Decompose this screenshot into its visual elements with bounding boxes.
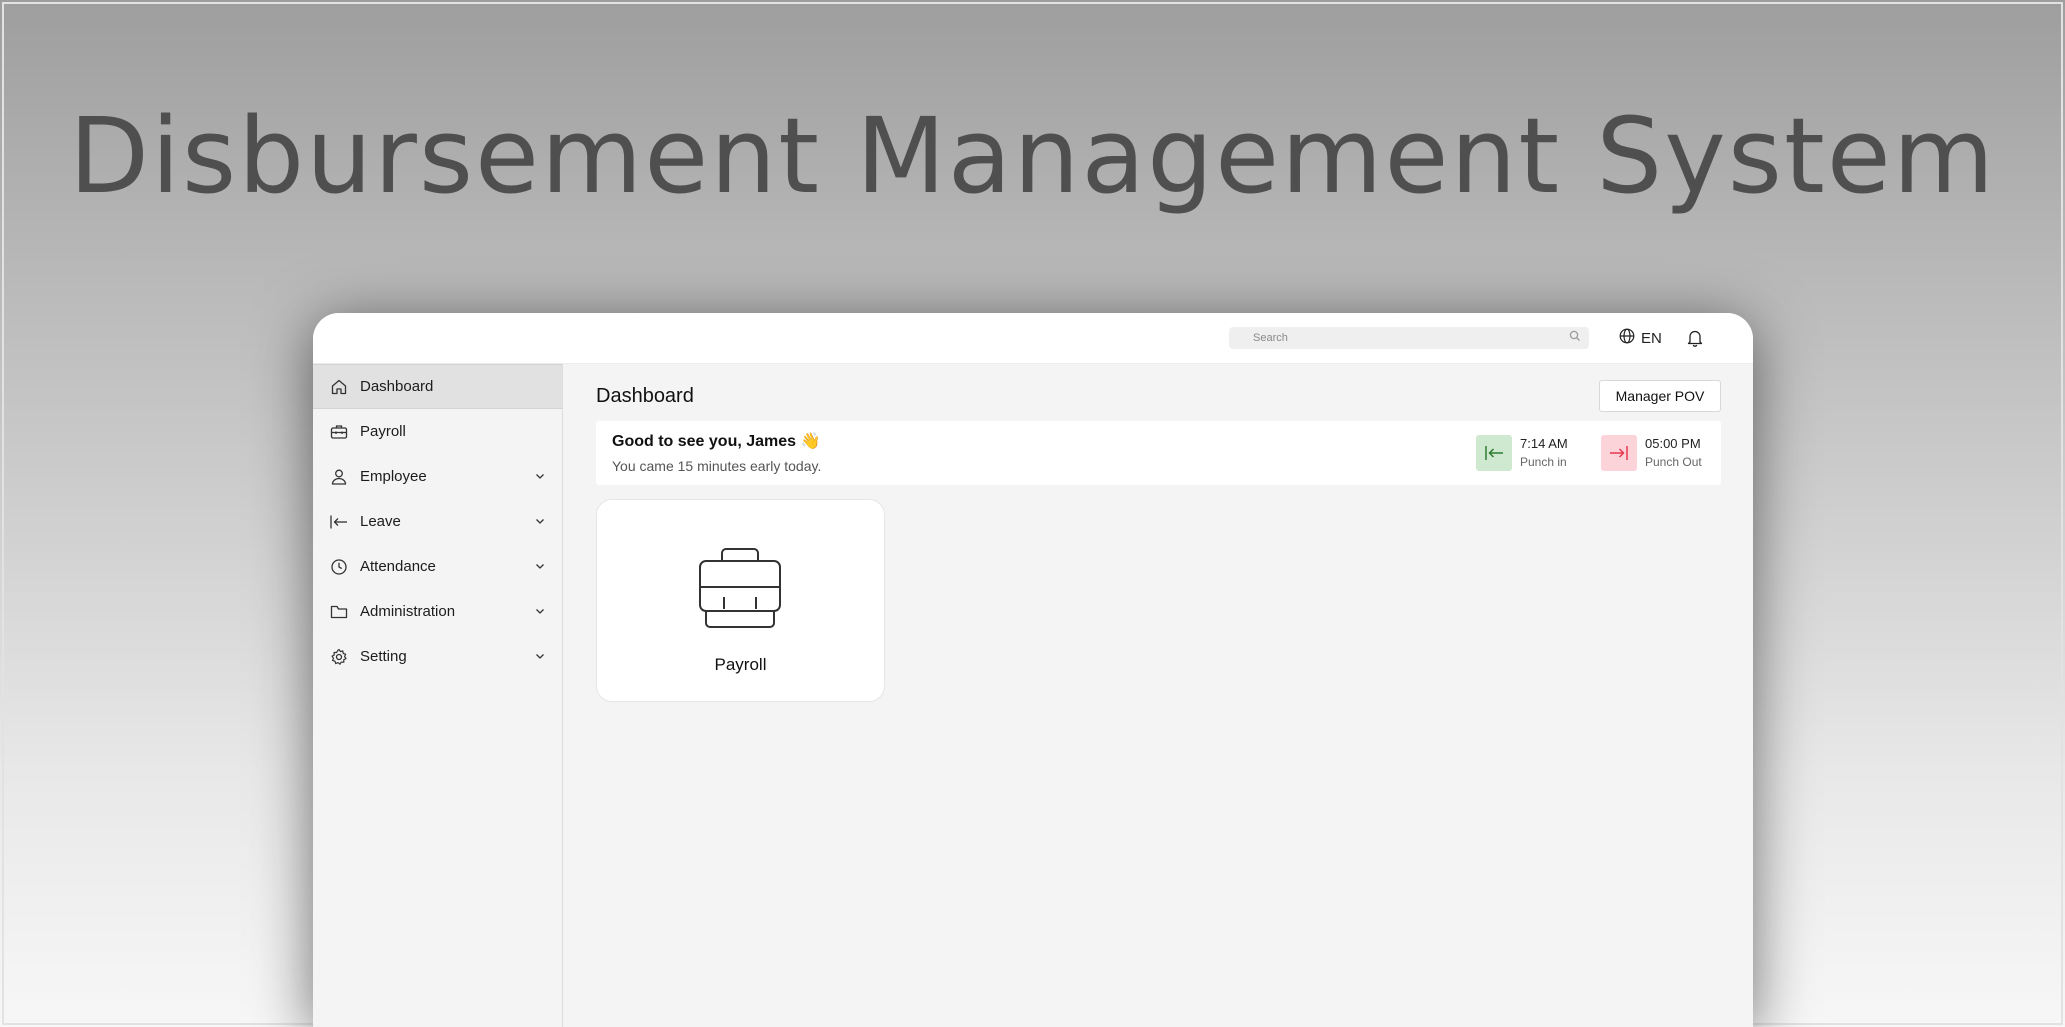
sidebar-item-setting[interactable]: Setting [313, 634, 562, 679]
sidebar-item-label: Leave [360, 513, 401, 530]
punch-out-time: 05:00 PM [1645, 436, 1701, 451]
chevron-down-icon[interactable] [534, 514, 546, 531]
punch-out-info: 05:00 PM Punch Out [1601, 435, 1702, 471]
hero-title: Disbursement Management System [68, 95, 1997, 217]
sidebar-item-label: Administration [360, 603, 456, 620]
sidebar-item-leave[interactable]: Leave [313, 499, 562, 544]
punch-in-icon [1476, 435, 1512, 471]
chevron-down-icon[interactable] [534, 649, 546, 666]
page-title: Dashboard [596, 385, 694, 407]
sidebar-item-administration[interactable]: Administration [313, 589, 562, 634]
punch-out-icon [1601, 435, 1637, 471]
sidebar-item-label: Employee [360, 468, 427, 485]
sidebar-item-label: Dashboard [360, 378, 434, 395]
bell-icon[interactable] [1687, 329, 1703, 352]
home-icon [329, 377, 349, 397]
arrow-left-bar-icon [329, 512, 349, 532]
punch-in-time: 7:14 AM [1520, 436, 1568, 451]
welcome-card: Good to see you, James 👋 You came 15 min… [596, 421, 1721, 485]
gear-icon [329, 647, 349, 667]
search-input[interactable] [1253, 332, 1563, 344]
manager-pov-button[interactable]: Manager POV [1599, 380, 1721, 412]
sidebar-item-payroll[interactable]: Payroll [313, 409, 562, 454]
user-icon [329, 467, 349, 487]
sidebar-item-label: Attendance [360, 558, 436, 575]
punch-in-label: Punch in [1520, 455, 1567, 469]
payroll-tile[interactable]: Payroll [596, 499, 885, 702]
language-label: EN [1641, 329, 1662, 347]
chevron-down-icon[interactable] [534, 559, 546, 576]
arrival-status-text: You came 15 minutes early today. [612, 458, 822, 474]
briefcase-icon [329, 422, 349, 442]
main-content: Dashboard Manager POV Good to see you, J… [564, 364, 1753, 1027]
sidebar-item-label: Payroll [360, 423, 406, 440]
app-window: EN Dashboard Payroll Employee [313, 313, 1753, 1027]
search-box[interactable] [1229, 327, 1589, 349]
chevron-down-icon[interactable] [534, 469, 546, 486]
sidebar-item-attendance[interactable]: Attendance [313, 544, 562, 589]
language-selector[interactable]: EN [1619, 328, 1662, 348]
punch-out-label: Punch Out [1645, 455, 1702, 469]
punch-in-info: 7:14 AM Punch in [1476, 435, 1568, 471]
folder-icon [329, 602, 349, 622]
sidebar-item-employee[interactable]: Employee [313, 454, 562, 499]
top-bar: EN [313, 313, 1753, 364]
clock-icon [329, 557, 349, 577]
chevron-down-icon[interactable] [534, 604, 546, 621]
search-icon[interactable] [1569, 330, 1581, 345]
sidebar-item-dashboard[interactable]: Dashboard [313, 364, 562, 409]
briefcase-icon [692, 545, 788, 634]
tile-label: Payroll [714, 655, 767, 674]
greeting-text: Good to see you, James 👋 [612, 433, 821, 450]
sidebar: Dashboard Payroll Employee Leave Attenda… [313, 364, 563, 1027]
sidebar-item-label: Setting [360, 648, 407, 665]
globe-icon [1619, 328, 1635, 348]
